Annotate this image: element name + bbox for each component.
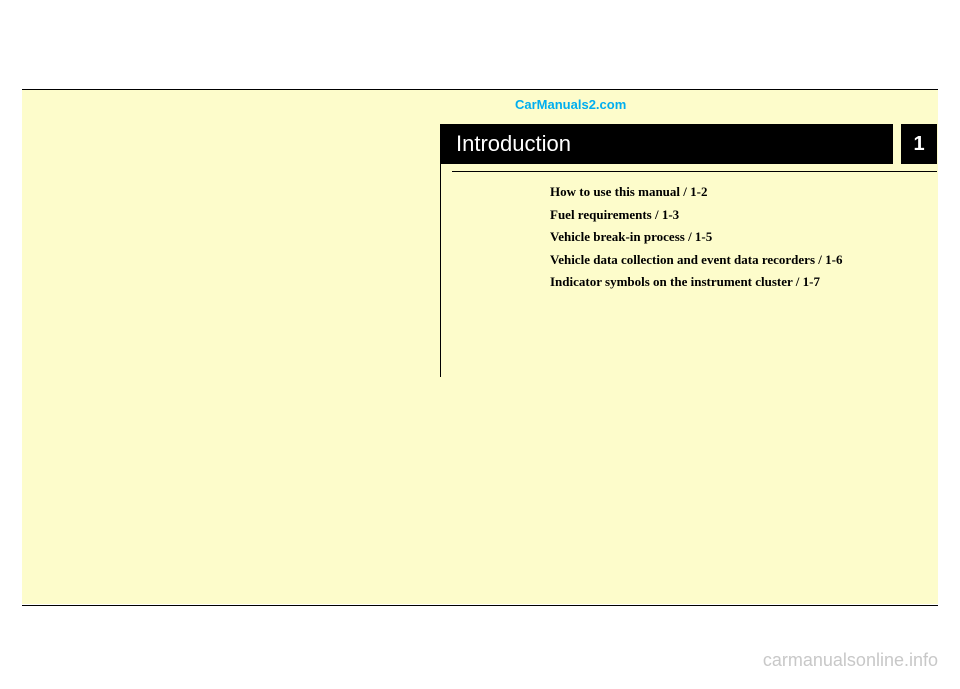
chapter-title: Introduction bbox=[440, 124, 893, 164]
chapter-number: 1 bbox=[901, 124, 937, 164]
toc-item: How to use this manual / 1-2 bbox=[550, 182, 920, 202]
toc-item: Vehicle break-in process / 1-5 bbox=[550, 227, 920, 247]
page-container: CarManuals2.com Introduction 1 How to us… bbox=[0, 0, 960, 689]
chapter-header: Introduction 1 bbox=[440, 124, 937, 164]
horizontal-divider bbox=[452, 171, 937, 172]
table-of-contents: How to use this manual / 1-2 Fuel requir… bbox=[550, 182, 920, 295]
watermark-bottom: carmanualsonline.info bbox=[763, 650, 938, 671]
toc-item: Indicator symbols on the instrument clus… bbox=[550, 272, 920, 292]
bottom-divider bbox=[22, 605, 938, 606]
document-page bbox=[22, 90, 938, 604]
watermark-top: CarManuals2.com bbox=[515, 97, 626, 112]
vertical-divider bbox=[440, 124, 441, 377]
toc-item: Fuel requirements / 1-3 bbox=[550, 205, 920, 225]
toc-item: Vehicle data collection and event data r… bbox=[550, 250, 920, 270]
chapter-gap bbox=[893, 124, 901, 164]
